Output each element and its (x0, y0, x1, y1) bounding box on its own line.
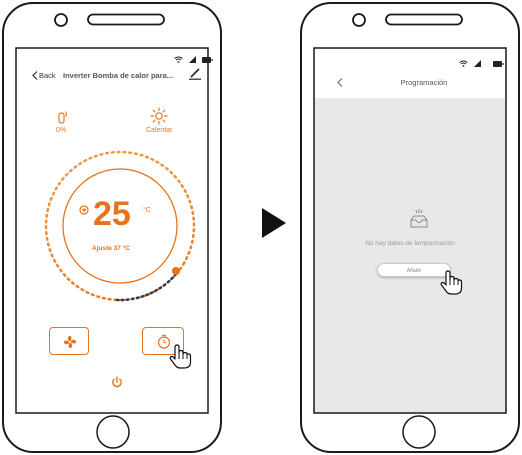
fan-button[interactable] (49, 327, 89, 355)
device-title: Inverter Bomba de calor para... (63, 71, 174, 80)
right-camera-icon (352, 13, 366, 27)
signal-icon (189, 56, 196, 63)
right-home-button[interactable] (399, 412, 439, 452)
water-drop-icon (58, 111, 67, 124)
wifi-icon (174, 56, 183, 63)
left-camera-icon (54, 13, 68, 27)
wifi-icon (459, 60, 468, 67)
right-status-bar (459, 60, 504, 67)
empty-state-message: No hay datos de temporización (365, 240, 455, 247)
setpoint-label: Ajuste 37 °C (92, 245, 131, 252)
left-status-bar (174, 56, 213, 63)
heat-source-icon (79, 205, 89, 215)
signal-icon (474, 60, 481, 67)
temperature-unit: °C (143, 207, 151, 214)
right-speaker (385, 13, 463, 26)
hand-cursor-icon (169, 344, 192, 369)
page-title: Programación (400, 78, 448, 87)
power-icon[interactable] (111, 376, 123, 388)
chevron-left-icon (32, 71, 38, 80)
sun-icon[interactable] (150, 107, 168, 125)
battery-icon (493, 60, 504, 67)
empty-tray-icon (410, 209, 428, 228)
left-speaker (87, 13, 165, 26)
back-label: Back (39, 71, 56, 80)
back-chevron-icon[interactable] (337, 78, 343, 87)
humidity-value: 0% (56, 127, 67, 134)
fan-icon (64, 336, 76, 348)
back-button[interactable]: Back (32, 71, 56, 80)
battery-icon (202, 56, 213, 63)
current-temperature: 25 (93, 195, 131, 233)
left-home-button[interactable] (93, 412, 133, 452)
hand-cursor-icon (440, 270, 463, 295)
mode-label: Calentar (146, 127, 173, 134)
edit-icon[interactable] (188, 68, 202, 80)
